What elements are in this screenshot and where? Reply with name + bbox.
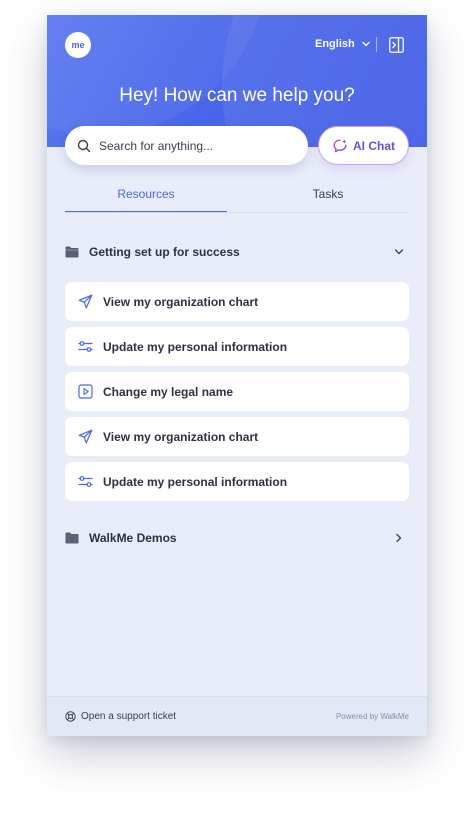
tabs-divider [65,212,409,213]
list-item-label: View my organization chart [103,429,259,444]
send-icon [78,429,93,444]
header-divider [376,37,377,52]
footer: Open a support ticket Powered by WalkMe [47,696,427,736]
section-walkme-demos[interactable]: WalkMe Demos [65,526,409,550]
tab-bar: Resources Tasks [65,181,409,213]
search-placeholder: Search for anything... [99,138,214,153]
chevron-down-icon [394,249,404,255]
list-item[interactable]: View my organization chart [65,417,409,456]
collapse-panel-icon[interactable] [389,37,404,53]
search-input[interactable]: Search for anything... [65,126,308,165]
ai-chat-icon [333,138,347,152]
list-item-label: Update my personal information [103,339,288,354]
ai-chat-button[interactable]: AI Chat [318,126,409,165]
list-item-label: Update my personal information [103,474,288,489]
chevron-down-icon [362,41,370,47]
walkme-logo: me [65,32,91,58]
list-item[interactable]: Update my personal information [65,327,409,366]
send-icon [78,294,93,309]
list-item[interactable]: View my organization chart [65,282,409,321]
list-item-label: View my organization chart [103,294,259,309]
section-title: WalkMe Demos [89,531,177,545]
help-widget-panel: me English Hey! How can we help you? Sea… [47,15,427,736]
sliders-icon [78,476,93,487]
ai-chat-label: AI Chat [353,138,395,153]
greeting-title: Hey! How can we help you? [119,85,355,106]
chevron-right-icon [396,533,402,543]
support-ticket-link[interactable]: Open a support ticket [65,711,176,722]
section-title: Getting set up for success [89,245,240,259]
support-icon [65,711,76,722]
sliders-icon [78,341,93,352]
section-getting-set-up[interactable]: Getting set up for success [65,240,409,264]
list-item[interactable]: Change my legal name [65,372,409,411]
list-item[interactable]: Update my personal information [65,462,409,501]
powered-by-walkme[interactable]: Powered by WalkMe [336,712,409,721]
tab-resources[interactable]: Resources [65,181,227,213]
language-label: English [315,38,355,50]
play-icon [78,384,93,399]
tab-tasks[interactable]: Tasks [247,181,409,213]
search-icon [77,139,91,152]
list-item-label: Change my legal name [103,384,234,399]
folder-icon [65,246,79,258]
language-selector[interactable]: English [315,38,371,50]
support-label: Open a support ticket [81,711,177,722]
folder-icon [65,532,79,544]
